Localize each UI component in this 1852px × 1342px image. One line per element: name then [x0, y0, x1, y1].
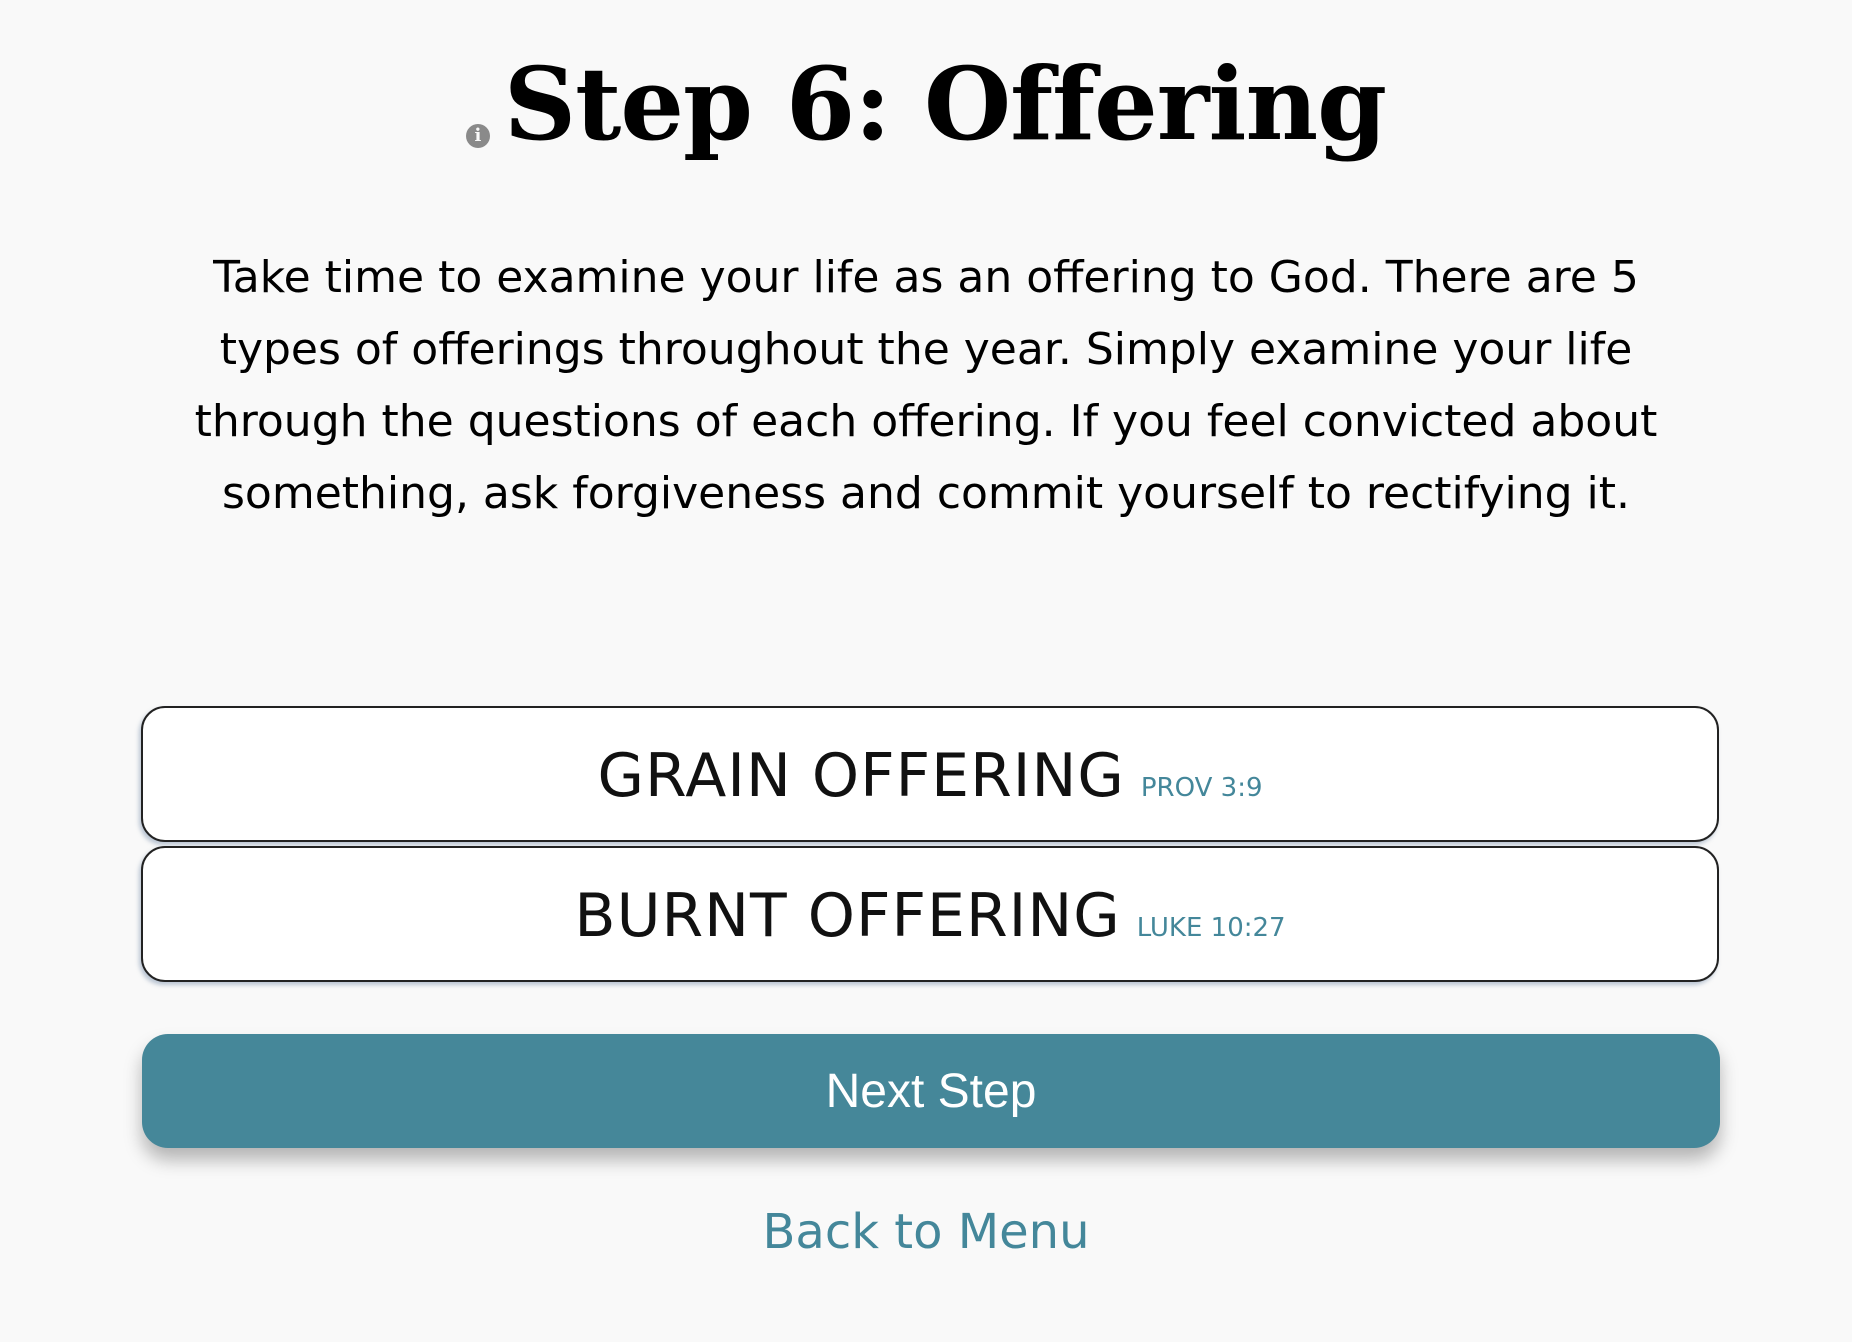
next-step-button[interactable]: Next Step — [142, 1034, 1720, 1148]
back-to-menu-link[interactable]: Back to Menu — [0, 1198, 1852, 1266]
offering-name: GRAIN OFFERING — [597, 741, 1125, 811]
intro-text: Take time to examine your life as an off… — [194, 252, 1658, 519]
offering-name: BURNT OFFERING — [574, 881, 1121, 951]
page-title: Step 6: Offering — [503, 45, 1387, 163]
offering-item-grain[interactable]: GRAIN OFFERING PROV 3:9 — [141, 706, 1719, 842]
title-row: i Step 6: Offering — [0, 44, 1852, 164]
page: i Step 6: Offering Take time to examine y… — [0, 0, 1852, 1342]
scripture-reference: PROV 3:9 — [1140, 773, 1263, 803]
scripture-reference: LUKE 10:27 — [1136, 913, 1286, 943]
info-icon[interactable]: i — [465, 124, 490, 148]
offering-item-burnt[interactable]: BURNT OFFERING LUKE 10:27 — [141, 846, 1719, 982]
